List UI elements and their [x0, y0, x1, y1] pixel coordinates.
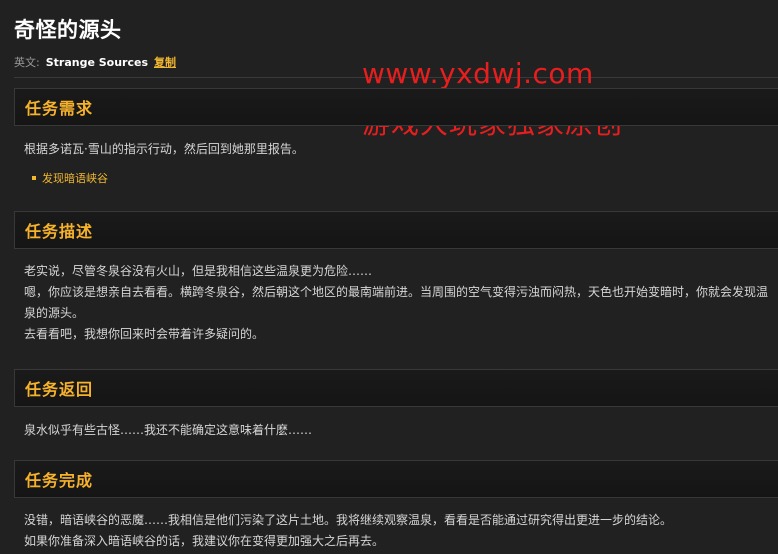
- section-header-requirements: 任务需求: [14, 88, 778, 126]
- section-header-description: 任务描述: [14, 211, 778, 249]
- description-body: 老实说，尽管冬泉谷没有火山，但是我相信这些温泉更为危险…… 嗯，你应该是想亲自去…: [24, 261, 768, 345]
- return-text: 泉水似乎有些古怪……我还不能确定这意味着什麽……: [24, 423, 313, 437]
- english-label: 英文:: [14, 56, 40, 69]
- requirements-text: 根据多诺瓦·雪山的指示行动，然后回到她那里报告。: [24, 142, 304, 156]
- section-title-requirements: 任务需求: [25, 99, 94, 118]
- objective-label: 发现暗语峡谷: [42, 172, 108, 185]
- quest-page: 奇怪的源头 英文: Strange Sources 复制 www.yxdwj.c…: [0, 0, 778, 554]
- section-header-completion: 任务完成: [14, 460, 778, 498]
- english-name-row: 英文: Strange Sources 复制: [14, 54, 176, 70]
- page-title: 奇怪的源头: [14, 18, 122, 42]
- bullet-icon: [32, 176, 36, 180]
- completion-line-1: 没错，暗语峡谷的恶魔……我相信是他们污染了这片土地。我将继续观察温泉，看看是否能…: [24, 513, 673, 527]
- completion-body: 没错，暗语峡谷的恶魔……我相信是他们污染了这片土地。我将继续观察温泉，看看是否能…: [24, 510, 768, 552]
- completion-line-2: 如果你准备深入暗语峡谷的话，我建议你在变得更加强大之后再去。: [24, 534, 385, 548]
- copy-link[interactable]: 复制: [154, 54, 176, 70]
- english-quest-name: Strange Sources: [45, 55, 149, 69]
- section-header-return: 任务返回: [14, 369, 778, 407]
- description-line-1: 老实说，尽管冬泉谷没有火山，但是我相信这些温泉更为危险……: [24, 264, 373, 278]
- section-title-return: 任务返回: [25, 380, 94, 399]
- watermark-url: www.yxdwj.com: [362, 57, 594, 90]
- description-line-3: 去看看吧，我想你回来时会带着许多疑问的。: [24, 327, 265, 341]
- section-title-description: 任务描述: [25, 222, 94, 241]
- objective-item: 发现暗语峡谷: [32, 170, 108, 186]
- description-line-2: 嗯，你应该是想亲自去看看。横跨冬泉谷，然后朝这个地区的最南端前进。当周围的空气变…: [24, 285, 769, 320]
- section-title-completion: 任务完成: [25, 471, 94, 490]
